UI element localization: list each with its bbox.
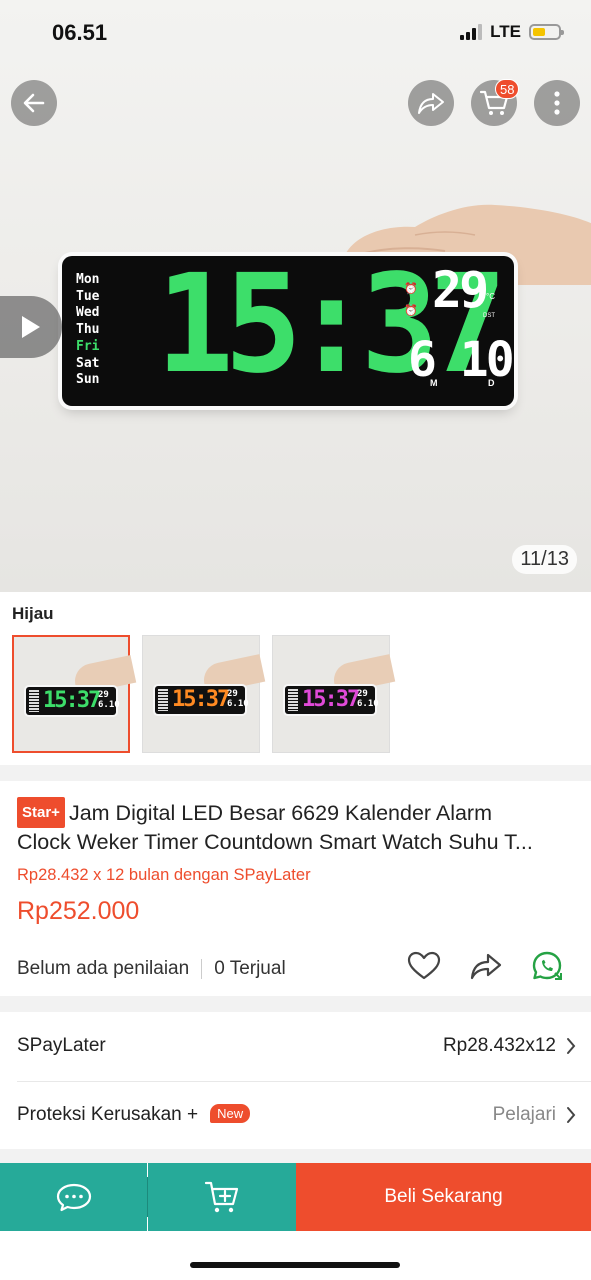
heart-icon[interactable] (407, 951, 441, 981)
status-indicators: LTE (460, 22, 564, 42)
day-fri: Fri (76, 338, 100, 354)
spaylater-label: SPayLater (17, 1035, 106, 1056)
product-title-line2: Clock Weker Timer Countdown Smart Watch … (17, 830, 533, 854)
buy-now-button[interactable]: Beli Sekarang (296, 1163, 591, 1231)
mini-side: 29 6.10 (357, 689, 379, 709)
mini-time: 15:37 (302, 687, 360, 712)
back-button[interactable] (11, 80, 57, 126)
day-tue: Tue (76, 288, 100, 304)
weekday-list: Mon Tue Wed Thu Fri Sat Sun (76, 272, 99, 389)
dst-label: DST (483, 313, 495, 319)
new-badge: New (210, 1104, 251, 1123)
protection-label-wrap: Proteksi Kerusakan + New (17, 1104, 251, 1126)
add-to-cart-button[interactable] (148, 1163, 296, 1231)
mini-time: 15:37 (43, 688, 101, 713)
variant-thumb-green[interactable]: 15:37 29 6.10 (12, 635, 137, 753)
whatsapp-icon[interactable] (531, 950, 565, 982)
chat-icon (56, 1183, 91, 1212)
cart-count-badge: 58 (495, 79, 520, 99)
mini-clock-image: 15:37 29 6.10 (285, 686, 379, 714)
play-icon (22, 316, 40, 338)
battery-icon (529, 24, 564, 40)
spaylater-value: Rp28.432x12 (442, 1035, 556, 1056)
star-plus-tag: Star+ (17, 797, 65, 828)
day-sat: Sat (76, 355, 100, 371)
home-indicator (190, 1262, 400, 1268)
mini-clock-image: 15:37 29 6.10 (26, 687, 120, 715)
led-clock-image: Mon Tue Wed Thu Fri Sat Sun 15:37 ⏰ ⏰ 29… (62, 250, 515, 406)
more-options-button[interactable] (534, 80, 580, 126)
clock-temperature: 29 (432, 261, 489, 319)
clock-date: 6 10 (408, 332, 515, 388)
section-divider (0, 765, 591, 781)
mini-clock-image: 15:37 29 6.10 (155, 686, 249, 714)
protection-row[interactable]: Proteksi Kerusakan + New Pelajari (17, 1082, 576, 1148)
spaylater-row[interactable]: SPayLater Rp28.432x12 (17, 1013, 576, 1079)
add-cart-icon (204, 1181, 239, 1213)
status-bar: 06.51 LTE (0, 0, 591, 66)
product-title: Star+ Jam Digital LED Besar 6629 Kalender… (17, 797, 577, 857)
bottom-action-bar: Beli Sekarang (0, 1163, 591, 1231)
protection-label: Proteksi Kerusakan + (17, 1104, 199, 1125)
share-button[interactable] (408, 80, 454, 126)
product-actions (407, 950, 565, 982)
back-arrow-icon (23, 93, 45, 113)
sold-count: 0 Terjual (214, 958, 286, 979)
variant-label: Hijau (12, 604, 54, 623)
separator (201, 959, 203, 979)
installment-info[interactable]: Rp28.432 x 12 bulan dengan SPayLater (17, 866, 311, 885)
day-mon: Mon (76, 272, 100, 287)
status-time: 06.51 (52, 20, 108, 45)
alarm-icon-2: ⏰ (404, 305, 418, 317)
day-wed: Wed (76, 305, 100, 321)
spaylater-value-wrap: Rp28.432x12 (443, 1035, 576, 1057)
share-icon[interactable] (469, 952, 503, 980)
share-icon (418, 93, 444, 114)
mini-time: 15:37 (172, 687, 230, 712)
product-title-line1: Jam Digital LED Besar 6629 Kalender Alar… (68, 801, 492, 825)
product-price: Rp252.000 (17, 897, 140, 925)
section-divider (0, 996, 591, 1012)
mini-side: 29 6.10 (227, 689, 249, 709)
chat-button[interactable] (0, 1163, 147, 1231)
protection-action: Pelajari (492, 1104, 556, 1125)
more-vertical-icon (554, 91, 560, 115)
chevron-right-icon (567, 1107, 576, 1123)
rating-text: Belum ada penilaian (17, 958, 190, 979)
temp-unit: °C (486, 292, 495, 301)
image-counter: 11/13 (512, 545, 577, 574)
mini-side: 29 6.10 (98, 690, 120, 710)
month-label: M (430, 378, 438, 388)
section-divider (0, 1149, 591, 1163)
variant-thumb-magenta[interactable]: 15:37 29 6.10 (272, 635, 396, 753)
network-label: LTE (490, 22, 521, 41)
variant-thumbnails: 15:37 29 6.10 15:37 29 6.10 15:37 29 6.10 (12, 635, 396, 753)
protection-action-wrap: Pelajari (493, 1104, 576, 1126)
day-label: D (488, 378, 495, 388)
day-thu: Thu (76, 322, 100, 338)
variant-thumb-orange[interactable]: 15:37 29 6.10 (142, 635, 266, 753)
play-video-button[interactable] (0, 296, 62, 358)
alarm-icon: ⏰ (404, 283, 418, 295)
signal-icon (460, 24, 483, 40)
chevron-right-icon (567, 1038, 576, 1054)
day-sun: Sun (76, 372, 100, 388)
